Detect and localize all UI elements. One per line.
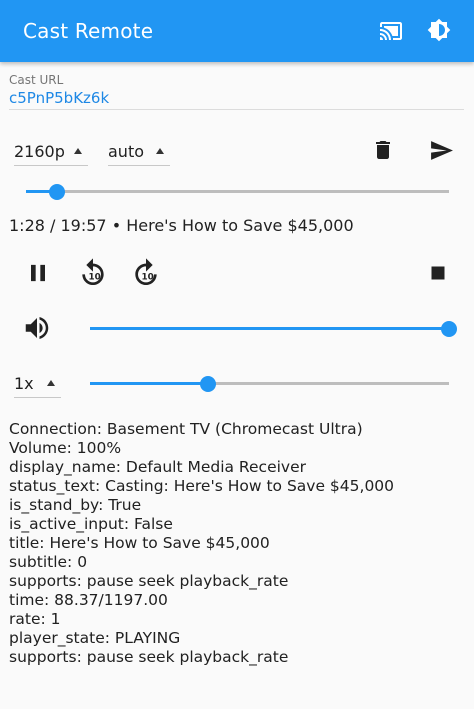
status-info-line: Volume: 100% <box>9 439 122 457</box>
volume-thumb[interactable] <box>441 321 457 337</box>
cast-connected-icon[interactable] <box>378 19 404 43</box>
pause-icon[interactable] <box>24 259 52 287</box>
seek-track <box>26 190 449 193</box>
seek-slider[interactable] <box>26 182 449 202</box>
speed-slider[interactable] <box>90 374 449 394</box>
subtitle-mode-select[interactable]: auto <box>108 139 170 166</box>
cast-url-underline <box>9 109 464 110</box>
status-info-line: status_text: Casting: Here's How to Save… <box>9 477 395 495</box>
status-info: Connection: Basement TV (Chromecast Ultr… <box>9 420 394 667</box>
playback-speed-select[interactable]: 1x <box>14 371 61 398</box>
status-info-line: display_name: Default Media Receiver <box>9 458 306 476</box>
status-info-line: title: Here's How to Save $45,000 <box>9 534 270 552</box>
trash-icon[interactable] <box>371 138 395 162</box>
forward-10-icon[interactable]: 10 <box>130 257 162 289</box>
cast-url-label: Cast URL <box>9 73 64 87</box>
status-info-line: time: 88.37/1197.00 <box>9 591 168 609</box>
replay-10-icon[interactable]: 10 <box>77 257 109 289</box>
volume-slider[interactable] <box>90 319 457 339</box>
quality-select[interactable]: 2160p <box>14 139 88 166</box>
svg-text:10: 10 <box>88 272 100 282</box>
app-title: Cast Remote <box>23 19 154 43</box>
seek-thumb[interactable] <box>49 184 66 200</box>
playback-speed-value: 1x <box>14 374 34 393</box>
status-info-line: Connection: Basement TV (Chromecast Ultr… <box>9 420 363 438</box>
quality-select-value: 2160p <box>14 142 65 161</box>
dropdown-arrow-icon <box>156 148 164 154</box>
status-info-line: supports: pause seek playback_rate <box>9 572 289 590</box>
stop-icon[interactable] <box>425 260 451 286</box>
speed-fill <box>90 382 209 385</box>
svg-text:10: 10 <box>141 272 153 282</box>
brightness-icon[interactable] <box>427 18 451 42</box>
cast-url-input[interactable]: c5PnP5bKz6k <box>9 89 109 107</box>
status-info-line: is_active_input: False <box>9 515 173 533</box>
dropdown-arrow-icon <box>47 380 55 386</box>
now-playing-text: 1:28 / 19:57 • Here's How to Save $45,00… <box>9 216 354 235</box>
status-info-line: supports: pause seek playback_rate <box>9 648 289 666</box>
volume-up-icon[interactable] <box>22 313 52 343</box>
status-info-line: rate: 1 <box>9 610 61 628</box>
volume-fill <box>90 327 449 330</box>
status-info-line: is_stand_by: True <box>9 496 142 514</box>
status-info-line: player_state: PLAYING <box>9 629 181 647</box>
app-bar: Cast Remote <box>0 0 474 62</box>
status-info-line: subtitle: 0 <box>9 553 88 571</box>
dropdown-arrow-icon <box>74 148 82 154</box>
speed-thumb[interactable] <box>200 376 217 392</box>
send-icon[interactable] <box>429 138 454 163</box>
subtitle-mode-value: auto <box>108 142 145 161</box>
